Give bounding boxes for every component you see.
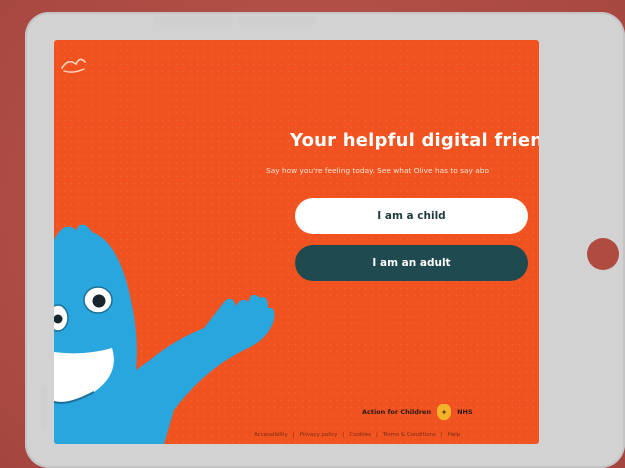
footer-separator: |: [342, 432, 345, 438]
footer-separator: |: [440, 432, 443, 438]
partner-logo-action-for-children: Action for Children: [362, 407, 432, 416]
i-am-a-child-button[interactable]: I am a child: [295, 198, 528, 234]
footer-link-cookies[interactable]: Cookies: [349, 432, 371, 438]
footer-links: Accessibility | Privacy policy | Cookies | …: [254, 432, 539, 438]
volume-button: [153, 16, 233, 25]
page-title: Your helpful digital friend: [290, 130, 539, 151]
side-button: [41, 385, 47, 429]
waving-monster-illustration: [54, 224, 275, 444]
footer-link-privacy[interactable]: Privacy policy: [300, 432, 338, 438]
partner-logo-nhs: NHS: [457, 407, 473, 416]
lion-badge-icon: ✦: [437, 404, 452, 420]
app-screen: Your helpful digital friend Say how you'…: [54, 40, 539, 444]
footer-separator: |: [292, 432, 295, 438]
i-am-an-adult-button[interactable]: I am an adult: [295, 245, 528, 281]
power-button: [238, 16, 316, 25]
footer-separator: |: [375, 432, 378, 438]
home-button[interactable]: [587, 238, 619, 270]
footer-link-accessibility[interactable]: Accessibility: [254, 432, 288, 438]
page-subtitle: Say how you're feeling today. See what O…: [266, 166, 489, 175]
partner-logos: Action for Children ✦ NHS: [362, 404, 473, 420]
footer-link-terms[interactable]: Terms & Conditions: [383, 432, 436, 438]
footer-link-help[interactable]: Help: [448, 432, 461, 438]
olive-logo-icon: [61, 58, 86, 73]
